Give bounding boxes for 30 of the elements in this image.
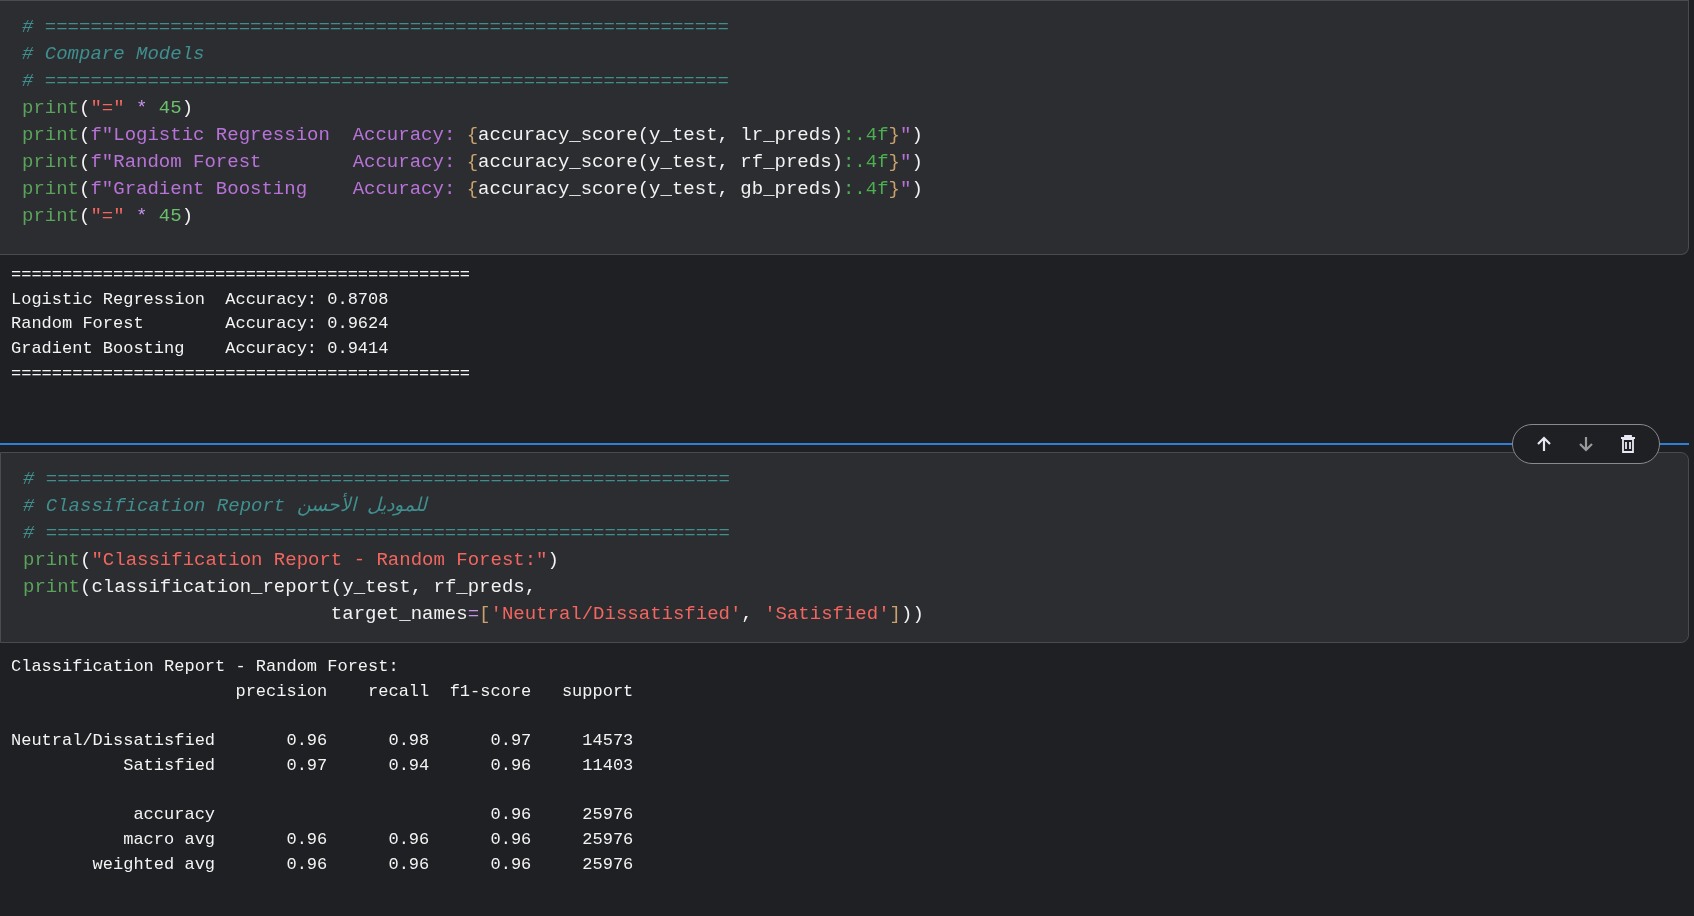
code-line: target_names=['Neutral/Dissatisfied', 'Satisfied']))	[329, 602, 925, 627]
code-editor[interactable]	[0, 0, 1689, 255]
output-line: weighted avg 0.96 0.96 0.96 25976	[91, 853, 635, 876]
code-line: # Compare Models	[22, 42, 206, 67]
output-line: Classification Report - Random Forest:	[11, 656, 400, 678]
code-editor[interactable]	[0, 452, 1689, 643]
code-line: print("=" * 45)	[22, 204, 195, 229]
output-line: Logistic Regression Accuracy: 0.8708	[11, 288, 390, 311]
output-line: =============================================	[11, 264, 472, 286]
code-line: print(f"Gradient Boosting Accuracy: {accuracy_score(y_test, gb_preds):.4f}")	[22, 177, 924, 202]
output-line: accuracy 0.96 25976	[132, 804, 635, 827]
code-line: # ============================================================	[22, 15, 730, 40]
output-line: Gradient Boosting Accuracy: 0.9414	[11, 338, 390, 361]
trash-icon	[1618, 434, 1638, 454]
code-line: # ============================================================	[23, 467, 731, 492]
output-line: Neutral/Dissatisfied 0.96 0.98 0.97 14573	[11, 730, 635, 753]
output-line: precision recall f1-score support	[234, 680, 635, 703]
output-line: Random Forest Accuracy: 0.9624	[11, 313, 390, 336]
output-line: Satisfied 0.97 0.94 0.96 11403	[122, 754, 635, 777]
code-line: # ============================================================	[22, 69, 730, 94]
code-line: print("Classification Report - Random Forest:")	[23, 548, 560, 573]
arrow-down-icon	[1576, 434, 1596, 454]
code-line: print(f"Logistic Regression Accuracy: {accuracy_score(y_test, lr_preds):.4f}")	[22, 123, 924, 148]
code-line: # ============================================================	[23, 521, 731, 546]
code-line: print(f"Random Forest Accuracy: {accuracy_score(y_test, rf_preds):.4f}")	[22, 150, 924, 175]
output-line: macro avg 0.96 0.96 0.96 25976	[122, 828, 635, 851]
output-line: =============================================	[11, 362, 472, 385]
code-line: print(classification_report(y_test, rf_preds,	[23, 575, 538, 600]
code-line: print("=" * 45)	[22, 96, 195, 121]
code-line: # Classification Report للموديل الأحسن	[23, 493, 430, 519]
